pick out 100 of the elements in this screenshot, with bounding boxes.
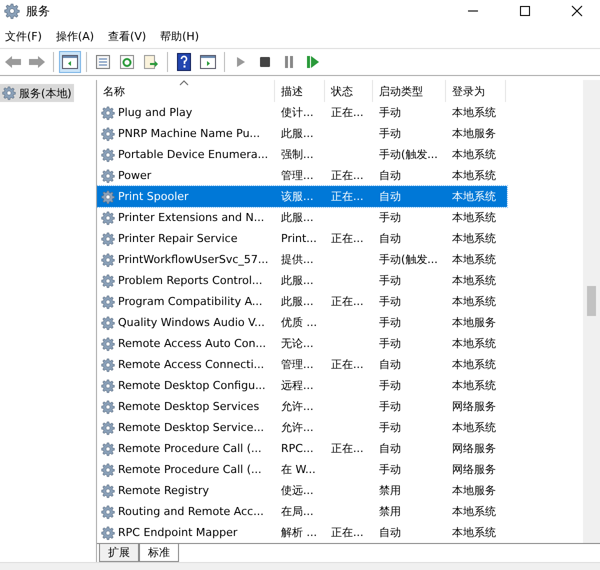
- table-cell: 允许...: [281, 399, 314, 414]
- table-cell: 本地系统: [452, 231, 496, 246]
- table-cell: 提供...: [281, 252, 314, 267]
- service-row[interactable]: Printer Extensions and N... 此服... 手动 本地系统: [97, 207, 507, 228]
- table-cell: 自动: [379, 231, 401, 246]
- table-cell: RPC Endpoint Mapper: [118, 526, 238, 539]
- service-row[interactable]: Remote Access Auto Con... 无论... 手动 本地系统: [97, 333, 507, 354]
- window-icon: [200, 55, 216, 69]
- table-cell: 解析 ...: [281, 525, 317, 540]
- table-cell: 管理...: [281, 168, 314, 183]
- table-cell: 自动: [379, 357, 401, 372]
- service-row[interactable]: Remote Desktop Service... 允许... 手动 本地系统: [97, 417, 507, 438]
- table-cell: 手动: [379, 273, 401, 288]
- service-row[interactable]: Program Compatibility A... 此服... 正在... 手动 本地系统: [97, 291, 507, 312]
- table-cell: 正在...: [331, 105, 364, 120]
- service-row[interactable]: Quality Windows Audio V... 优质 ... 手动 本地服务: [97, 312, 507, 333]
- table-cell: 手动: [379, 294, 401, 309]
- table-cell: Problem Reports Control...: [118, 274, 262, 287]
- column-header[interactable]: 描述: [275, 80, 325, 102]
- table-cell: Routing and Remote Acc...: [118, 505, 264, 518]
- service-row[interactable]: RPC Endpoint Mapper 解析 ... 正在... 自动 本地系统: [97, 522, 507, 543]
- service-row[interactable]: Remote Access Connecti... 管理... 正在... 自动 本地系统: [97, 354, 507, 375]
- service-row[interactable]: Printer Repair Service Print... 正在... 自动 本地系统: [97, 228, 507, 249]
- gear-icon: [101, 526, 115, 540]
- maximize-icon: [519, 5, 531, 17]
- table-cell: 手动: [379, 378, 401, 393]
- table-cell: PrintWorkflowUserSvc_57...: [118, 253, 268, 266]
- table-cell: 管理...: [281, 357, 314, 372]
- table-cell: 正在...: [331, 168, 364, 183]
- service-row[interactable]: Remote Desktop Configu... 远程... 手动 本地系统: [97, 375, 507, 396]
- table-cell: 网络服务: [452, 462, 496, 477]
- service-row[interactable]: Remote Procedure Call (... 在 W... 手动 网络服务: [97, 459, 507, 480]
- table-cell: 在 W...: [281, 462, 316, 477]
- table-cell: 禁用: [379, 504, 401, 519]
- table-cell: 自动: [379, 168, 401, 183]
- service-row[interactable]: PrintWorkflowUserSvc_57... 提供... 手动(触发... 本地系统: [97, 249, 507, 270]
- table-cell: 手动: [379, 105, 401, 120]
- table-cell: 在局...: [281, 504, 314, 519]
- gear-icon: [101, 336, 115, 350]
- table-cell: 手动(触发...: [379, 147, 438, 162]
- table-cell: PNRP Machine Name Pu...: [118, 127, 260, 140]
- service-row[interactable]: Remote Registry 使远... 禁用 本地服务: [97, 480, 507, 501]
- tab[interactable]: 扩展: [99, 544, 139, 562]
- table-cell: 本地系统: [452, 189, 496, 204]
- column-header[interactable]: 登录为: [446, 80, 506, 102]
- table-cell: 本地系统: [452, 357, 496, 372]
- service-row[interactable]: Portable Device Enumera... 强制... 手动(触发... 本地系统: [97, 144, 507, 165]
- service-row[interactable]: Power 管理... 正在... 自动 本地系统: [97, 165, 507, 186]
- table-cell: 正在...: [331, 294, 364, 309]
- service-row[interactable]: Plug and Play 使计... 正在... 手动 本地系统: [97, 102, 507, 123]
- tree-item[interactable]: 服务(本地): [0, 84, 74, 102]
- tab[interactable]: 标准: [139, 544, 179, 562]
- table-cell: 手动: [379, 126, 401, 141]
- table-cell: 优质 ...: [281, 315, 317, 330]
- service-row[interactable]: Problem Reports Control... 此服... 手动 本地系统: [97, 270, 507, 291]
- table-cell: 此服...: [281, 126, 314, 141]
- play-icon: [236, 56, 246, 68]
- table-cell: Quality Windows Audio V...: [118, 316, 265, 329]
- service-row[interactable]: PNRP Machine Name Pu... 此服... 手动 本地服务: [97, 123, 507, 144]
- table-cell: 手动: [379, 315, 401, 330]
- table-cell: Remote Desktop Service...: [118, 421, 264, 434]
- table-cell: 此服...: [281, 210, 314, 225]
- menu-item[interactable]: 操作(A): [52, 28, 100, 44]
- table-cell: Portable Device Enumera...: [118, 148, 268, 161]
- table-cell: Remote Access Auto Con...: [118, 337, 266, 350]
- table-cell: Remote Access Connecti...: [118, 358, 264, 371]
- gear-icon: [101, 294, 115, 308]
- service-row[interactable]: Remote Procedure Call (... RPC... 正在... 自动 网络服务: [97, 438, 507, 459]
- menu-item[interactable]: 文件(F): [2, 28, 47, 44]
- table-cell: 正在...: [331, 231, 364, 246]
- table-cell: Printer Repair Service: [118, 232, 238, 245]
- table-cell: 此服...: [281, 273, 314, 288]
- table-cell: 强制...: [281, 147, 314, 162]
- window-title: 服务: [26, 2, 51, 20]
- scrollbar[interactable]: [583, 80, 600, 543]
- gear-icon: [101, 252, 115, 266]
- toolbar-button[interactable]: [59, 51, 81, 73]
- gear-icon: [101, 106, 115, 120]
- gear-icon: [101, 232, 115, 246]
- column-header[interactable]: 名称: [97, 80, 275, 102]
- table-cell: 本地服务: [452, 483, 496, 498]
- menu-item[interactable]: 帮助(H): [157, 28, 204, 44]
- table-cell: 无论...: [281, 336, 314, 351]
- service-row[interactable]: Remote Desktop Services 允许... 手动 网络服务: [97, 396, 507, 417]
- table-cell: Remote Registry: [118, 484, 209, 497]
- gear-icon: [101, 442, 115, 456]
- service-row[interactable]: Routing and Remote Acc... 在局... 禁用 本地系统: [97, 501, 507, 522]
- gear-icon: [101, 316, 115, 330]
- service-row[interactable]: Print Spooler 该服... 正在... 自动 本地系统: [97, 186, 507, 207]
- help-icon: [177, 53, 191, 71]
- gear-icon: [101, 504, 115, 518]
- table-cell: 手动: [379, 336, 401, 351]
- table-cell: 使远...: [281, 483, 314, 498]
- menu-item[interactable]: 查看(V): [105, 28, 152, 44]
- column-header[interactable]: 启动类型: [373, 80, 446, 102]
- table-cell: 允许...: [281, 420, 314, 435]
- table-cell: 手动: [379, 399, 401, 414]
- table-cell: 本地服务: [452, 126, 496, 141]
- column-header[interactable]: 状态: [325, 80, 373, 102]
- table-cell: Printer Extensions and N...: [118, 211, 264, 224]
